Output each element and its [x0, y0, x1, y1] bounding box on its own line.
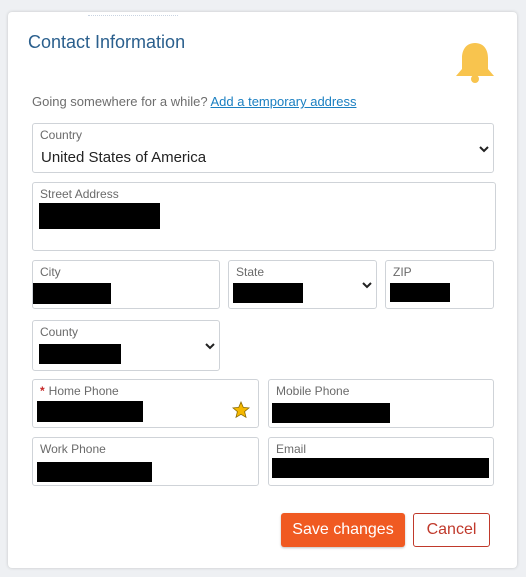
redacted-value [39, 203, 160, 229]
work-phone-field[interactable]: Work Phone [32, 437, 259, 486]
state-select[interactable]: State [228, 260, 377, 309]
zip-label: ZIP [393, 265, 412, 279]
work-phone-label: Work Phone [40, 442, 106, 456]
street-address-label: Street Address [40, 187, 119, 201]
redacted-value [37, 401, 143, 422]
section-title: Contact Information [28, 32, 186, 52]
country-select[interactable]: Country United States of America [32, 123, 494, 173]
redacted-value [37, 462, 152, 482]
home-phone-label: * Home Phone [40, 384, 119, 398]
redacted-value [272, 458, 489, 478]
county-select[interactable]: County [32, 320, 220, 371]
street-address-field[interactable]: Street Address [32, 182, 496, 251]
zip-field[interactable]: ZIP [385, 260, 494, 309]
country-label: Country [40, 128, 83, 142]
required-marker: * [40, 384, 45, 398]
home-phone-label-text: Home Phone [48, 384, 119, 398]
redacted-value [33, 283, 111, 304]
email-field[interactable]: Email [268, 437, 494, 486]
redacted-value [390, 283, 450, 302]
mobile-phone-field[interactable]: Mobile Phone [268, 379, 494, 428]
redacted-value [39, 344, 121, 364]
mobile-phone-label: Mobile Phone [276, 384, 350, 398]
top-divider [88, 12, 178, 16]
bell-icon [456, 43, 494, 83]
temporary-address-notice: Going somewhere for a while? Add a tempo… [32, 94, 356, 109]
add-temporary-address-link[interactable]: Add a temporary address [211, 94, 357, 109]
notice-text: Going somewhere for a while? [32, 94, 208, 109]
redacted-value [233, 283, 303, 303]
chevron-down-icon [362, 282, 372, 289]
chevron-down-icon [205, 343, 215, 350]
city-label: City [40, 265, 61, 279]
save-changes-button[interactable]: Save changes [281, 513, 405, 547]
cancel-button[interactable]: Cancel [413, 513, 490, 547]
contact-information-card: Contact Information Going somewhere for … [8, 12, 517, 568]
home-phone-field[interactable]: * Home Phone [32, 379, 259, 428]
county-label: County [40, 325, 79, 339]
country-value: United States of America [41, 149, 207, 166]
redacted-value [272, 403, 390, 423]
email-label: Email [276, 442, 307, 456]
state-label: State [236, 265, 265, 279]
star-icon[interactable] [232, 401, 250, 419]
chevron-down-icon [479, 146, 489, 153]
city-field[interactable]: City [32, 260, 220, 309]
